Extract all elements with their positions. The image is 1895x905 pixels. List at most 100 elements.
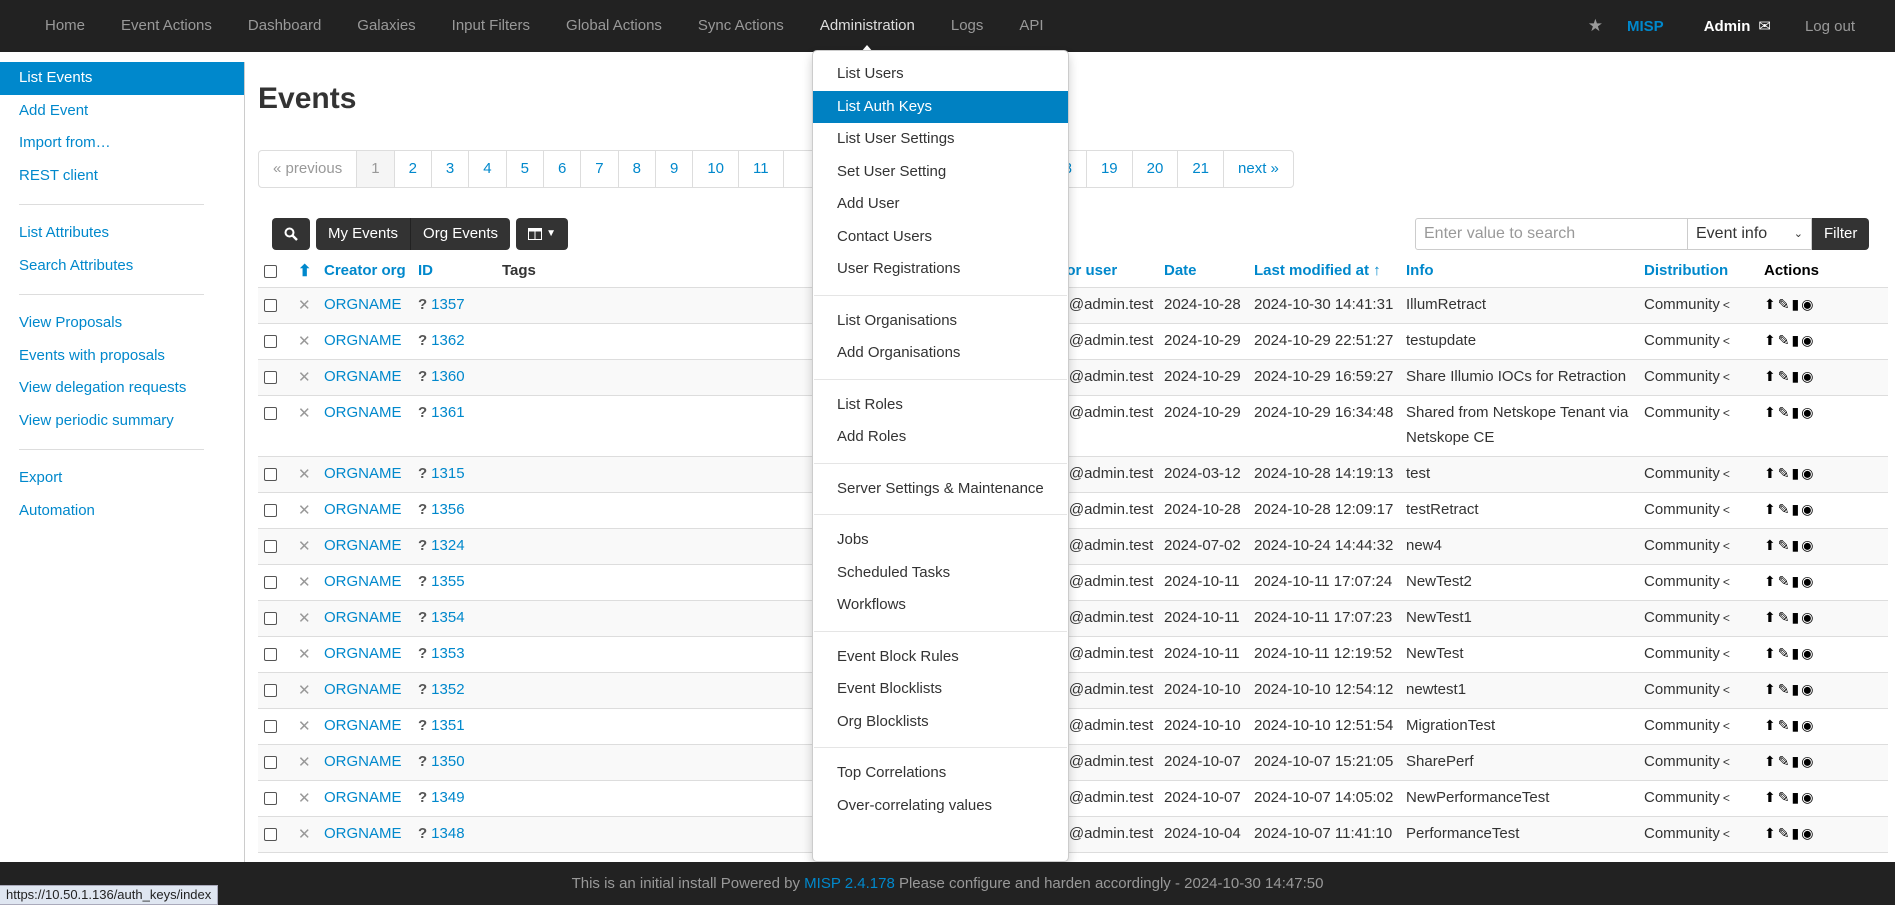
nav-logs[interactable]: Logs (933, 0, 1002, 52)
trash-icon[interactable]: ▮ (1791, 368, 1801, 384)
publish-icon[interactable]: ⬆ (1764, 789, 1778, 805)
row-id-link[interactable]: 1324 (431, 537, 464, 554)
pagination-page[interactable]: 2 (395, 151, 432, 187)
publish-icon[interactable]: ⬆ (1764, 501, 1778, 517)
menu-item-scheduled-tasks[interactable]: Scheduled Tasks (813, 557, 1068, 590)
view-eye-icon[interactable]: ◉ (1801, 332, 1815, 348)
row-id[interactable]: ? 1348 (418, 825, 502, 842)
share-icon[interactable]: < (1723, 719, 1730, 733)
view-eye-icon[interactable]: ◉ (1801, 753, 1815, 769)
trash-icon[interactable]: ▮ (1791, 332, 1801, 348)
row-id-link[interactable]: 1357 (431, 296, 464, 313)
row-id-link[interactable]: 1362 (431, 332, 464, 349)
row-creator-org[interactable]: ORGNAME (324, 717, 418, 734)
trash-icon[interactable]: ▮ (1791, 609, 1801, 625)
share-icon[interactable]: < (1723, 539, 1730, 553)
row-creator-org[interactable]: ORGNAME (324, 332, 418, 349)
header-id[interactable]: ID (418, 262, 502, 279)
row-checkbox[interactable] (258, 753, 284, 770)
org-events-button[interactable]: Org Events (411, 218, 511, 250)
row-id-link[interactable]: 1360 (431, 368, 464, 385)
header-creator-org[interactable]: Creator org (324, 262, 418, 279)
share-icon[interactable]: < (1723, 467, 1730, 481)
edit-icon[interactable]: ✎ (1778, 789, 1792, 805)
trash-icon[interactable]: ▮ (1791, 501, 1801, 517)
pagination-page[interactable]: 19 (1087, 151, 1133, 187)
menu-item-org-blocklists[interactable]: Org Blocklists (813, 706, 1068, 739)
search-button[interactable] (272, 218, 310, 250)
view-eye-icon[interactable]: ◉ (1801, 537, 1815, 553)
menu-item-over-correlating-values[interactable]: Over-correlating values (813, 790, 1068, 823)
menu-item-list-users[interactable]: List Users (813, 58, 1068, 91)
sidebar-item-export[interactable]: Export (0, 462, 244, 495)
edit-icon[interactable]: ✎ (1778, 368, 1792, 384)
row-id-link[interactable]: 1352 (431, 681, 464, 698)
trash-icon[interactable]: ▮ (1791, 717, 1801, 733)
publish-icon[interactable]: ⬆ (1764, 296, 1778, 312)
row-checkbox[interactable] (258, 332, 284, 349)
row-creator-org[interactable]: ORGNAME (324, 753, 418, 770)
view-eye-icon[interactable]: ◉ (1801, 296, 1815, 312)
header-last-modified[interactable]: Last modified at ↑ (1254, 262, 1406, 279)
publish-icon[interactable]: ⬆ (1764, 404, 1778, 420)
row-checkbox[interactable] (258, 825, 284, 842)
pagination-page[interactable]: 6 (544, 151, 582, 187)
row-creator-org[interactable]: ORGNAME (324, 501, 418, 518)
share-icon[interactable]: < (1723, 755, 1730, 769)
trash-icon[interactable]: ▮ (1791, 537, 1801, 553)
menu-item-workflows[interactable]: Workflows (813, 589, 1068, 622)
pagination-page[interactable]: 8 (619, 151, 656, 187)
menu-item-add-organisations[interactable]: Add Organisations (813, 337, 1068, 370)
sidebar-item-view-periodic-summary[interactable]: View periodic summary (0, 405, 244, 438)
row-checkbox[interactable] (258, 573, 284, 590)
share-icon[interactable]: < (1723, 334, 1730, 348)
share-icon[interactable]: < (1723, 575, 1730, 589)
row-id[interactable]: ? 1357 (418, 296, 502, 313)
view-eye-icon[interactable]: ◉ (1801, 404, 1815, 420)
trash-icon[interactable]: ▮ (1791, 789, 1801, 805)
edit-icon[interactable]: ✎ (1778, 645, 1792, 661)
view-eye-icon[interactable]: ◉ (1801, 465, 1815, 481)
sidebar-item-import-from[interactable]: Import from… (0, 127, 244, 160)
row-id-link[interactable]: 1356 (431, 501, 464, 518)
row-creator-org[interactable]: ORGNAME (324, 825, 418, 842)
view-eye-icon[interactable]: ◉ (1801, 789, 1815, 805)
menu-item-top-correlations[interactable]: Top Correlations (813, 757, 1068, 790)
edit-icon[interactable]: ✎ (1778, 573, 1792, 589)
nav-logout[interactable]: Log out (1805, 18, 1895, 35)
row-creator-org[interactable]: ORGNAME (324, 609, 418, 626)
nav-admin-user[interactable]: Admin (1684, 18, 1759, 35)
trash-icon[interactable]: ▮ (1791, 753, 1801, 769)
row-id[interactable]: ? 1362 (418, 332, 502, 349)
row-id-link[interactable]: 1353 (431, 645, 464, 662)
publish-icon[interactable]: ⬆ (1764, 825, 1778, 841)
my-events-button[interactable]: My Events (316, 218, 412, 250)
row-id-link[interactable]: 1361 (431, 404, 464, 421)
row-creator-org[interactable]: ORGNAME (324, 404, 418, 421)
row-creator-org[interactable]: ORGNAME (324, 681, 418, 698)
row-id[interactable]: ? 1350 (418, 753, 502, 770)
search-input[interactable]: Enter value to search (1415, 218, 1688, 250)
view-eye-icon[interactable]: ◉ (1801, 501, 1815, 517)
row-id[interactable]: ? 1351 (418, 717, 502, 734)
row-checkbox[interactable] (258, 404, 284, 421)
trash-icon[interactable]: ▮ (1791, 296, 1801, 312)
row-creator-org[interactable]: ORGNAME (324, 296, 418, 313)
header-date[interactable]: Date (1164, 262, 1254, 279)
sidebar-item-search-attributes[interactable]: Search Attributes (0, 250, 244, 283)
publish-icon[interactable]: ⬆ (1764, 717, 1778, 733)
row-id[interactable]: ? 1356 (418, 501, 502, 518)
sidebar-item-events-with-proposals[interactable]: Events with proposals (0, 340, 244, 373)
publish-icon[interactable]: ⬆ (1764, 609, 1778, 625)
menu-item-user-registrations[interactable]: User Registrations (813, 253, 1068, 286)
trash-icon[interactable]: ▮ (1791, 404, 1801, 420)
pagination-page[interactable]: 20 (1133, 151, 1179, 187)
publish-icon[interactable]: ⬆ (1764, 332, 1778, 348)
menu-item-add-roles[interactable]: Add Roles (813, 421, 1068, 454)
row-checkbox[interactable] (258, 296, 284, 313)
publish-icon[interactable]: ⬆ (1764, 573, 1778, 589)
share-icon[interactable]: < (1723, 503, 1730, 517)
edit-icon[interactable]: ✎ (1778, 332, 1792, 348)
row-checkbox[interactable] (258, 609, 284, 626)
menu-item-add-user[interactable]: Add User (813, 188, 1068, 221)
